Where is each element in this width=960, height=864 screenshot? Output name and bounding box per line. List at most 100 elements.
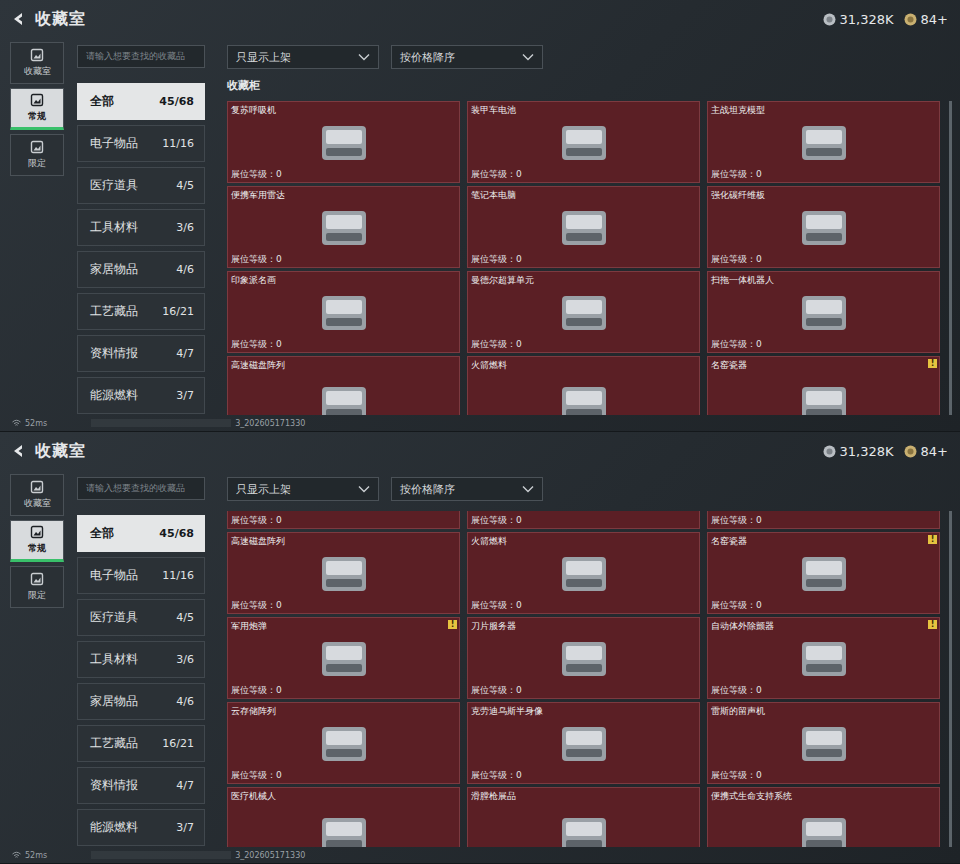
collection-card[interactable]: 雷斯的留声机展位等级：0: [707, 702, 940, 784]
filter-dropdown[interactable]: 只显示上架: [227, 45, 379, 69]
category-item[interactable]: 全部45/68: [77, 515, 205, 552]
collection-card[interactable]: 高速磁盘阵列: [227, 356, 460, 415]
collection-card[interactable]: 便携式生命支持系统: [707, 787, 940, 847]
ping-text: 52ms: [25, 851, 47, 860]
nav-item[interactable]: 限定: [10, 566, 64, 608]
item-icon: [792, 118, 856, 166]
collection-card[interactable]: 名窑瓷器展位等级：0!: [707, 532, 940, 614]
warning-badge: !: [928, 620, 937, 629]
warning-badge: !: [928, 359, 937, 368]
scrollbar[interactable]: [949, 511, 952, 847]
collection-card[interactable]: 笔记本电脑展位等级：0: [467, 186, 700, 268]
item-icon: [792, 203, 856, 251]
category-item[interactable]: 家居物品4/6: [77, 683, 205, 720]
currency: 84+: [904, 444, 948, 459]
back-arrow-icon[interactable]: [10, 11, 26, 27]
category-item[interactable]: 工具材料3/6: [77, 641, 205, 678]
currency-value: 84+: [921, 444, 948, 459]
category-item[interactable]: 电子物品11/16: [77, 557, 205, 594]
collection-card[interactable]: 克劳迪乌斯半身像展位等级：0: [467, 702, 700, 784]
category-item[interactable]: 家居物品4/6: [77, 251, 205, 288]
category-item[interactable]: 电子物品11/16: [77, 125, 205, 162]
category-item[interactable]: 资料情报4/7: [77, 767, 205, 804]
collection-card[interactable]: 刀片服务器展位等级：0: [467, 617, 700, 699]
card-grid: 复苏呼吸机展位等级：0装甲车电池展位等级：0主战坦克模型展位等级：0便携军用雷达…: [227, 101, 945, 415]
category-label: 电子物品: [90, 135, 138, 152]
category-item[interactable]: 全部45/68: [77, 83, 205, 120]
collection-card[interactable]: 自动体外除颤器展位等级：0!: [707, 617, 940, 699]
card-level: 展位等级：0: [471, 514, 696, 526]
nav-item[interactable]: 常规: [10, 88, 64, 130]
item-icon: [792, 810, 856, 847]
coin-icon: [823, 445, 836, 458]
card-image: [711, 371, 936, 415]
card-image: [471, 717, 696, 769]
nav-label: 收藏室: [24, 65, 51, 78]
collection-card[interactable]: 名窑瓷器!: [707, 356, 940, 415]
card-name: 强化碳纤维板: [711, 189, 936, 201]
collection-card[interactable]: 滑膛枪展品: [467, 787, 700, 847]
build-text: 3_202605171330: [235, 419, 305, 428]
item-icon: [792, 549, 856, 597]
search-field[interactable]: 请输入想要查找的收藏品: [77, 477, 205, 500]
search-field[interactable]: 请输入想要查找的收藏品: [77, 45, 205, 68]
build-text: 3_202605171330: [235, 851, 305, 860]
filter-row: 只显示上架按价格降序: [227, 45, 960, 69]
collection-card[interactable]: 便携军用雷达展位等级：0: [227, 186, 460, 268]
card-name: 便携式生命支持系统: [711, 790, 936, 802]
chevron-down-icon: [522, 485, 534, 493]
collection-card[interactable]: 装甲车电池展位等级：0: [467, 101, 700, 183]
filter-dropdown[interactable]: 按价格降序: [391, 45, 543, 69]
back-arrow-icon[interactable]: [10, 443, 26, 459]
collection-card[interactable]: 主战坦克模型展位等级：0: [707, 101, 940, 183]
collection-card[interactable]: 高速磁盘阵列展位等级：0: [227, 532, 460, 614]
collection-card[interactable]: 印象派名画展位等级：0: [227, 271, 460, 353]
category-item[interactable]: 医疗道具4/5: [77, 599, 205, 636]
dropdown-label: 按价格降序: [400, 482, 455, 497]
collection-card[interactable]: 扫拖一体机器人展位等级：0: [707, 271, 940, 353]
currency-group: 31,328K84+: [823, 444, 948, 459]
category-item[interactable]: 工具材料3/6: [77, 209, 205, 246]
search-placeholder: 请输入想要查找的收藏品: [86, 482, 185, 495]
card-level: 展位等级：0: [711, 769, 936, 781]
item-icon: [552, 810, 616, 847]
nav-item[interactable]: 收藏室: [10, 42, 64, 84]
card-name: 主战坦克模型: [711, 104, 936, 116]
filter-dropdown[interactable]: 只显示上架: [227, 477, 379, 501]
card-level: 展位等级：0: [231, 338, 456, 350]
collection-card[interactable]: 展位等级：0: [227, 511, 460, 529]
collection-card[interactable]: 展位等级：0: [467, 511, 700, 529]
category-item[interactable]: 医疗道具4/5: [77, 167, 205, 204]
collection-card[interactable]: 曼德尔超算单元展位等级：0: [467, 271, 700, 353]
category-item[interactable]: 工艺藏品16/21: [77, 725, 205, 762]
scrollbar[interactable]: [949, 101, 952, 415]
nav-item[interactable]: 收藏室: [10, 474, 64, 516]
card-level: 展位等级：0: [711, 338, 936, 350]
category-item[interactable]: 工艺藏品16/21: [77, 293, 205, 330]
filter-dropdown[interactable]: 按价格降序: [391, 477, 543, 501]
content-area: 只显示上架 按价格降序展位等级：0 展位等级：0 展位等级：0 高速磁盘阵列展位等级：0…: [227, 470, 960, 847]
category-label: 全部: [90, 93, 114, 110]
card-image: [471, 116, 696, 168]
collection-card[interactable]: 军用炮弹展位等级：0!: [227, 617, 460, 699]
card-level: 展位等级：0: [471, 684, 696, 696]
collection-card[interactable]: 复苏呼吸机展位等级：0: [227, 101, 460, 183]
collection-card[interactable]: 火箭燃料: [467, 356, 700, 415]
category-item[interactable]: 资料情报4/7: [77, 335, 205, 372]
chevron-down-icon: [358, 53, 370, 61]
nav-item[interactable]: 限定: [10, 134, 64, 176]
collection-card[interactable]: 云存储阵列展位等级：0: [227, 702, 460, 784]
nav-item[interactable]: 常规: [10, 520, 64, 562]
card-image: [231, 717, 456, 769]
ping-text: 52ms: [25, 419, 47, 428]
page-title: 收藏室: [35, 441, 86, 462]
card-image: [231, 116, 456, 168]
collection-card[interactable]: 医疗机械人: [227, 787, 460, 847]
category-item[interactable]: 能源燃料3/7: [77, 809, 205, 846]
collection-card[interactable]: 火箭燃料展位等级：0: [467, 532, 700, 614]
collection-card[interactable]: 展位等级：0: [707, 511, 940, 529]
category-item[interactable]: 能源燃料3/7: [77, 377, 205, 414]
collection-card[interactable]: 强化碳纤维板展位等级：0: [707, 186, 940, 268]
item-icon: [552, 379, 616, 415]
nav-label: 限定: [28, 589, 46, 602]
